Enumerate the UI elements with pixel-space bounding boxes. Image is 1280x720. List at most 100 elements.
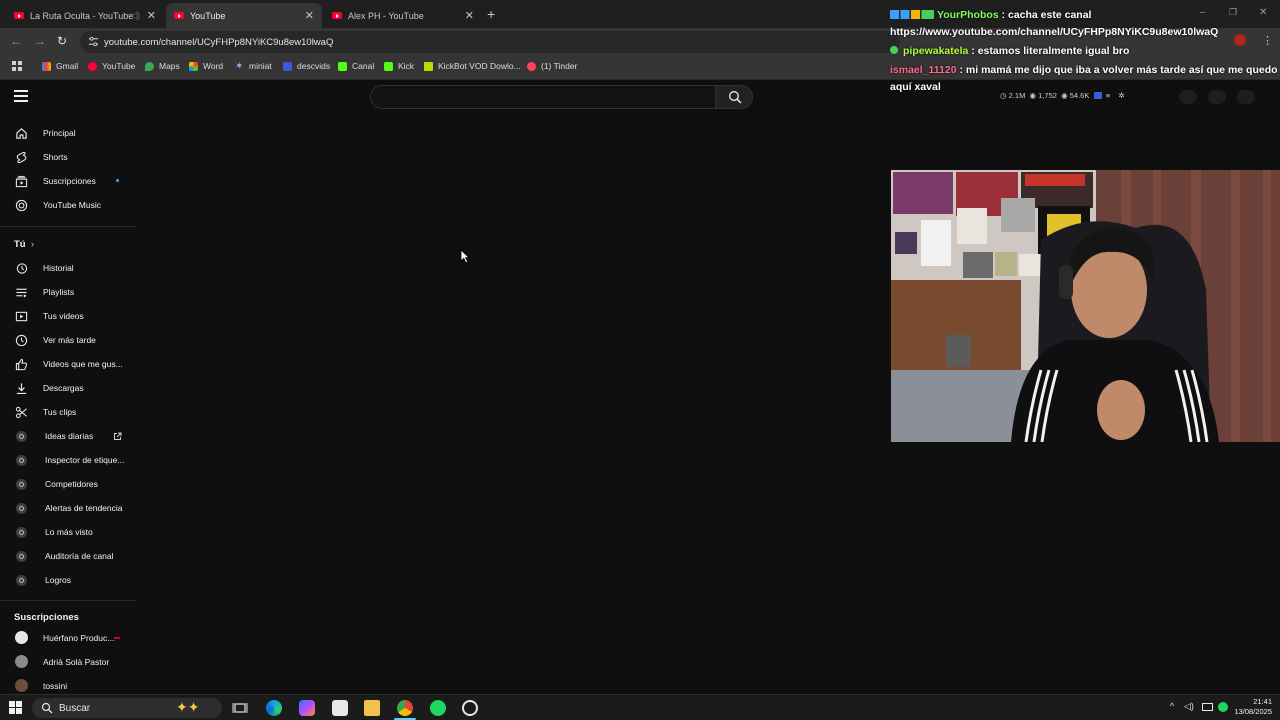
sidebar-item-label: Principal bbox=[43, 128, 76, 138]
subscription-item[interactable]: tossini bbox=[0, 674, 138, 694]
maximize-icon[interactable]: ❐ bbox=[1229, 7, 1237, 18]
sidebar-item-competidores[interactable]: Competidores bbox=[0, 472, 138, 496]
address-bar[interactable]: youtube.com/channel/UCyFHPp8NYiKC9u8ew10… bbox=[80, 31, 900, 53]
bookmark-gmail[interactable]: Gmail bbox=[42, 61, 78, 71]
tab-alex-ph[interactable]: Alex PH - YouTube ✕ bbox=[324, 3, 482, 28]
overlay-button[interactable] bbox=[1179, 90, 1197, 104]
external-link-icon bbox=[114, 432, 122, 440]
sidebar-item-lo-mas-visto[interactable]: Lo más visto bbox=[0, 520, 138, 544]
chat-username: ismael_11120 bbox=[890, 64, 957, 76]
search-input[interactable] bbox=[370, 85, 716, 109]
tab-youtube[interactable]: YouTube ✕ bbox=[166, 3, 322, 28]
youtube-favicon-icon bbox=[14, 12, 24, 19]
minimize-icon[interactable]: – bbox=[1200, 7, 1206, 18]
sidebar-item-logros[interactable]: Logros bbox=[0, 568, 138, 592]
network-icon[interactable] bbox=[1202, 703, 1213, 711]
sidebar-item-label: Auditoría de canal bbox=[45, 551, 114, 561]
overlay-button[interactable] bbox=[1208, 90, 1226, 104]
sidebar-item-inspector-etiquetas[interactable]: Inspector de etique... bbox=[0, 448, 138, 472]
bookmark-maps[interactable]: Maps bbox=[145, 61, 180, 71]
chat-text: https://www.youtube.com/channel/UCyFHPp8… bbox=[890, 26, 1219, 38]
bookmark-canal[interactable]: Canal bbox=[338, 61, 374, 71]
bookmark-label: Word bbox=[203, 61, 224, 71]
extension-icon bbox=[16, 455, 27, 466]
tray-spotify-icon[interactable] bbox=[1218, 702, 1228, 712]
sidebar-item-principal[interactable]: Principal bbox=[0, 121, 138, 145]
volume-icon[interactable]: ◁) bbox=[1184, 701, 1194, 712]
file-explorer-icon[interactable] bbox=[364, 700, 380, 716]
microsoft-store-icon[interactable] bbox=[332, 700, 348, 716]
bookmark-kickbot[interactable]: KickBot VOD Dowlo... bbox=[424, 61, 521, 71]
bookmark-label: Gmail bbox=[56, 61, 79, 71]
bookmark-kick[interactable]: Kick bbox=[384, 61, 414, 71]
bookmark-label: Kick bbox=[398, 61, 415, 71]
new-tab-plus-icon[interactable]: + bbox=[487, 6, 495, 22]
hamburger-menu-icon[interactable] bbox=[14, 90, 28, 102]
tinder-flame-icon bbox=[527, 61, 536, 71]
system-clock[interactable]: 21:41 13/08/2025 bbox=[1234, 697, 1272, 717]
close-tab-icon[interactable]: ✕ bbox=[465, 9, 474, 22]
sidebar-item-tus-videos[interactable]: Tus videos bbox=[0, 304, 138, 328]
sidebar-item-suscripciones[interactable]: Suscripciones bbox=[0, 169, 138, 193]
sidebar-item-ver-mas-tarde[interactable]: Ver más tarde bbox=[0, 328, 138, 352]
tray-chevron-icon[interactable]: ^ bbox=[1170, 701, 1174, 711]
bookmark-tinder[interactable]: (1) Tinder bbox=[527, 61, 577, 71]
subscription-item[interactable]: Huérfano Produc... bbox=[0, 626, 138, 650]
sidebar-item-label: Lo más visto bbox=[45, 527, 93, 537]
sidebar-item-shorts[interactable]: Shorts bbox=[0, 145, 138, 169]
history-icon bbox=[16, 263, 28, 274]
bookmark-label: Maps bbox=[159, 61, 180, 71]
sidebar-item-youtube-music[interactable]: YouTube Music bbox=[0, 193, 138, 217]
profile-avatar[interactable] bbox=[1234, 34, 1246, 46]
sidebar-item-ideas-diarias[interactable]: Ideas diarias bbox=[0, 424, 138, 448]
chrome-browser-icon[interactable] bbox=[397, 700, 413, 716]
apps-grid-icon[interactable] bbox=[12, 61, 22, 71]
bookmark-miniat[interactable]: ✶ miniat bbox=[235, 61, 272, 71]
bookmark-word[interactable]: Word bbox=[189, 61, 223, 71]
flag-icon bbox=[1093, 92, 1102, 99]
search-button[interactable] bbox=[715, 85, 753, 109]
back-arrow-icon[interactable]: ← bbox=[10, 34, 22, 48]
stream-stats: ◷ 2.1M ◉ 1,752 ◉ 54.6K ≡ ✲ bbox=[1000, 91, 1125, 100]
tab-title: YouTube bbox=[190, 10, 226, 21]
sidebar-item-label: Alertas de tendencia bbox=[45, 503, 123, 513]
sidebar-item-tus-clips[interactable]: Tus clips bbox=[0, 400, 138, 424]
reload-icon[interactable]: ↻ bbox=[57, 34, 67, 48]
sidebar-item-descargas[interactable]: Descargas bbox=[0, 376, 138, 400]
spotify-icon[interactable] bbox=[430, 700, 446, 716]
maps-pin-icon bbox=[145, 61, 154, 71]
subscription-item[interactable]: Adrià Solà Pastor bbox=[0, 650, 138, 674]
sidebar-item-auditoria-canal[interactable]: Auditoría de canal bbox=[0, 544, 138, 568]
stat-live-viewers: 1,752 bbox=[1038, 91, 1057, 100]
windows-start-icon[interactable] bbox=[9, 701, 22, 714]
sidebar-item-historial[interactable]: Historial bbox=[0, 256, 138, 280]
kick-icon bbox=[384, 61, 393, 71]
bookmark-youtube[interactable]: YouTube bbox=[88, 61, 135, 71]
channel-content-area bbox=[138, 116, 890, 694]
playlists-icon bbox=[16, 288, 27, 298]
sidebar-item-videos-que-me-gustan[interactable]: Videos que me gus... bbox=[0, 352, 138, 376]
copilot-app-icon[interactable] bbox=[299, 700, 315, 716]
bookmark-descvids[interactable]: descvids bbox=[283, 61, 330, 71]
sidebar-item-playlists[interactable]: Playlists bbox=[0, 280, 138, 304]
overlay-button[interactable] bbox=[1237, 90, 1255, 104]
more-menu-icon[interactable]: ⋮ bbox=[1262, 34, 1273, 47]
forward-arrow-icon[interactable]: → bbox=[34, 34, 46, 48]
search-placeholder: Buscar bbox=[59, 702, 91, 714]
clock-date: 13/08/2025 bbox=[1234, 707, 1272, 716]
close-window-icon[interactable]: ✕ bbox=[1259, 7, 1267, 18]
edge-browser-icon[interactable] bbox=[266, 700, 282, 716]
mute-icon[interactable]: ◁) bbox=[130, 10, 140, 21]
tab-title: Alex PH - YouTube bbox=[348, 10, 424, 21]
sidebar-item-alertas-tendencia[interactable]: Alertas de tendencia bbox=[0, 496, 138, 520]
tab-la-ruta-oculta[interactable]: La Ruta Oculta - YouTube ◁) ✕ bbox=[6, 3, 164, 28]
site-info-icon[interactable] bbox=[88, 36, 99, 47]
chat-text: estamos literalmente igual bro bbox=[977, 45, 1130, 57]
taskbar-search-box[interactable]: Buscar ✦✦ bbox=[32, 698, 222, 718]
close-tab-icon[interactable]: ✕ bbox=[305, 9, 314, 22]
close-tab-icon[interactable]: ✕ bbox=[147, 9, 156, 22]
sidebar-you-heading[interactable]: Tú › bbox=[0, 232, 138, 256]
task-view-icon[interactable] bbox=[232, 700, 248, 716]
chat-separator: : bbox=[956, 64, 966, 76]
obs-app-icon[interactable] bbox=[462, 700, 478, 716]
